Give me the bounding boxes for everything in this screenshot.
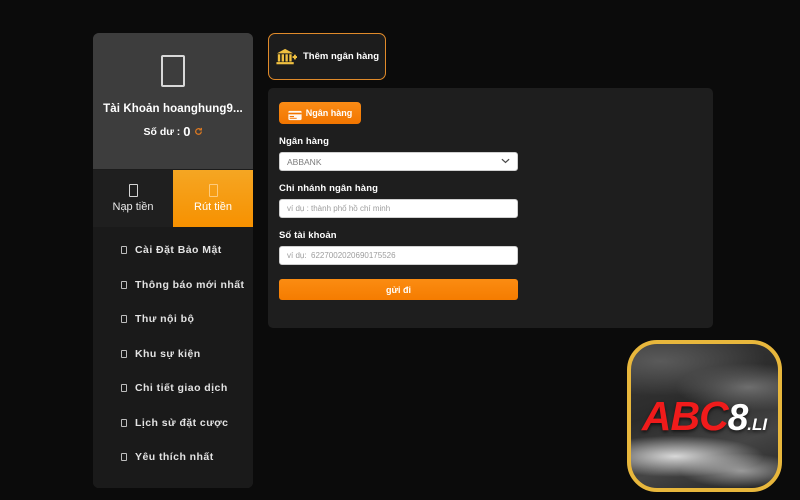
event-icon [121,349,127,358]
sidebar-item-label: Thông báo mới nhất [135,278,245,291]
bank-select-wrap: ABBANK [279,152,518,171]
field-branch: Chi nhánh ngân hàng [279,183,702,218]
sidebar-item-security[interactable]: Cài Đặt Bảo Mật [93,233,253,268]
tab-nap-tien[interactable]: Nạp tiền [93,170,173,227]
sidebar-item-label: Thư nội bộ [135,313,195,326]
account-number-input[interactable] [279,246,518,265]
branch-input[interactable] [279,199,518,218]
tab-rut-tien-label: Rút tiền [194,201,232,213]
sidebar-item-transactions[interactable]: Chi tiết giao dịch [93,371,253,406]
favorite-icon [121,453,127,462]
sidebar-item-favorites[interactable]: Yêu thích nhất [93,440,253,475]
brand-logo-eight: 8 [727,396,749,438]
deposit-icon [128,184,138,197]
refresh-icon[interactable] [194,127,203,136]
sidebar-item-events[interactable]: Khu sự kiện [93,337,253,372]
sidebar-item-label: Yêu thích nhất [135,451,214,464]
wallet-tabs: Nạp tiền Rút tiền [93,169,253,227]
security-icon [121,246,127,255]
field-account-number: Số tài khoản [279,230,702,265]
field-account-number-label: Số tài khoản [279,230,337,241]
bet-history-icon [121,418,127,427]
account-name: Tài Khoản hoanghung9... [103,103,243,115]
withdraw-icon [208,184,218,197]
sidebar-item-label: Chi tiết giao dịch [135,382,228,395]
sidebar-item-notifications[interactable]: Thông báo mới nhất [93,268,253,303]
sidebar-item-bet-history[interactable]: Lịch sử đặt cược [93,406,253,441]
profile-card: Tài Khoản hoanghung9... Số dư : 0 [93,33,253,169]
mail-icon [121,315,127,324]
bank-form-panel: Ngân hàng Ngân hàng ABBANK Chi nhánh ngâ… [268,88,713,328]
field-bank-label: Ngân hàng [279,136,329,147]
bank-card-icon [288,108,302,120]
add-bank-button-label: Thêm ngân hàng [303,51,379,62]
sidebar-item-inbox[interactable]: Thư nội bộ [93,302,253,337]
field-branch-label: Chi nhánh ngân hàng [279,183,379,194]
balance-label: Số dư : [143,125,181,138]
transaction-icon [121,384,127,393]
field-bank: Ngân hàng ABBANK [279,136,702,171]
submit-button[interactable]: gửi đi [279,279,518,300]
notification-icon [121,280,127,289]
bank-plus-icon [275,47,298,67]
user-placeholder-icon [161,55,185,87]
tab-nap-tien-label: Nạp tiền [112,201,154,213]
brand-logo: ABC 8 .LI [627,340,782,492]
brand-logo-suffix: .LI [747,414,768,434]
balance-row: Số dư : 0 [101,124,245,139]
sidebar: Tài Khoản hoanghung9... Số dư : 0 Nạp ti… [93,33,253,488]
brand-logo-text: ABC 8 .LI [642,393,767,440]
sidebar-item-label: Cài Đặt Bảo Mật [135,244,222,257]
bank-select[interactable]: ABBANK [279,152,518,171]
balance-value: 0 [183,124,191,139]
tab-rut-tien[interactable]: Rút tiền [173,170,253,227]
sidebar-item-label: Lịch sử đặt cược [135,416,229,429]
app-root: Tài Khoản hoanghung9... Số dư : 0 Nạp ti… [0,0,800,500]
brand-logo-abc: ABC [641,392,729,439]
add-bank-button[interactable]: Thêm ngân hàng [268,33,386,80]
sidebar-menu: Cài Đặt Bảo Mật Thông báo mới nhất Thư n… [93,227,253,488]
bank-tab-button[interactable]: Ngân hàng [279,102,361,124]
sidebar-item-label: Khu sự kiện [135,347,201,360]
bank-tab-label: Ngân hàng [305,108,353,118]
